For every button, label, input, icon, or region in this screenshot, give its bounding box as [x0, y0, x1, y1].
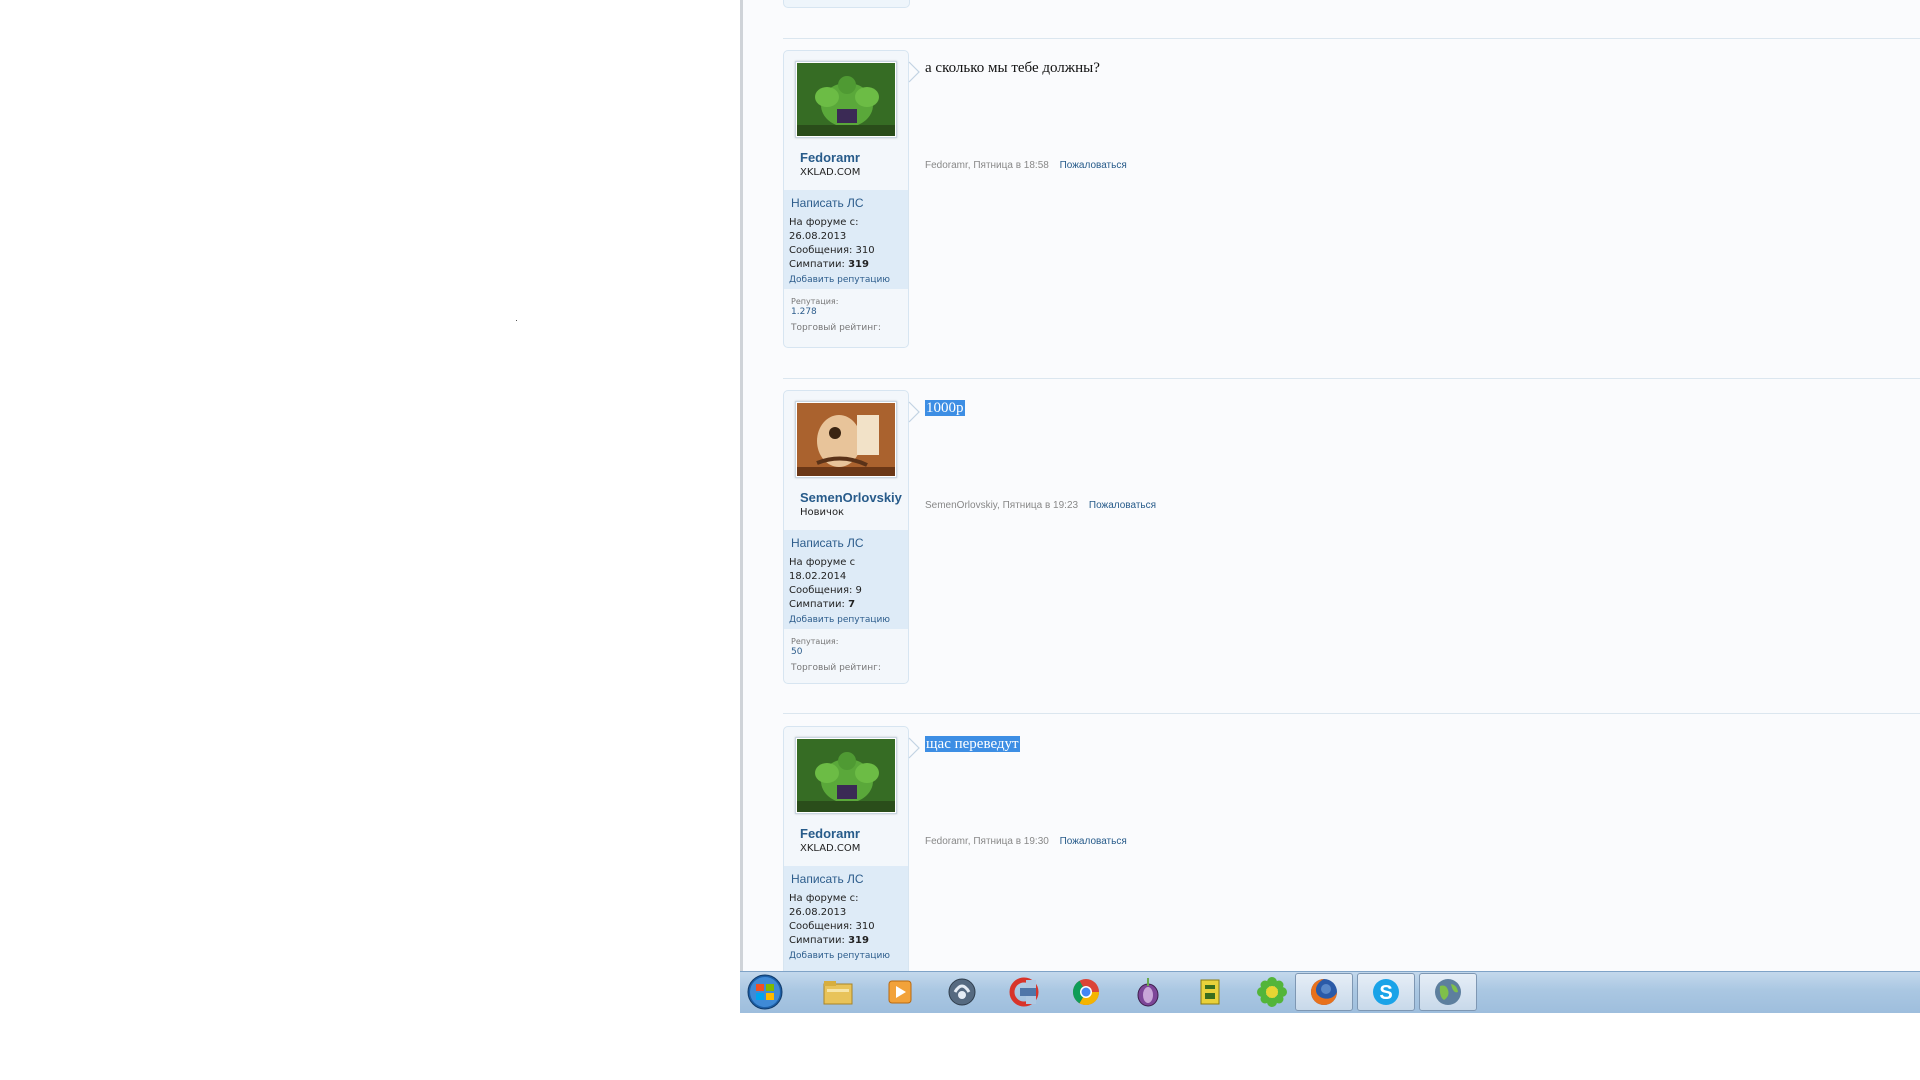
reputation-value[interactable]: 1.278 — [791, 307, 902, 317]
reputation-label: Репутация: — [791, 637, 839, 646]
avatar-hulk[interactable] — [797, 63, 895, 136]
game-launcher-icon[interactable] — [1181, 973, 1239, 1011]
username-link[interactable]: Fedoramr — [800, 826, 908, 841]
chrome-icon[interactable] — [1057, 973, 1115, 1011]
likes-value: 319 — [848, 935, 869, 946]
user-title: Новичок — [800, 507, 845, 518]
report-link[interactable]: Пожаловаться — [1060, 836, 1127, 847]
likes-stat: Симпатии: 319 — [789, 934, 902, 948]
userbox-arrow-icon — [908, 401, 920, 423]
selected-text: 1000р — [925, 400, 965, 416]
avatar-frame[interactable] — [795, 737, 897, 814]
send-pm-link[interactable]: Написать ЛС — [791, 872, 902, 886]
add-reputation-link[interactable]: Добавить репутацию — [789, 275, 902, 285]
likes-label: Симпатии: — [789, 259, 845, 270]
avatar-hulk[interactable] — [797, 739, 895, 812]
taskbar: S — [740, 971, 1920, 1013]
selected-text: щас переведут — [925, 736, 1020, 752]
likes-value: 319 — [848, 259, 869, 270]
trade-rating-label: Торговый рейтинг: — [791, 323, 881, 333]
username-link[interactable]: SemenOrlovskiy — [800, 490, 908, 505]
report-link[interactable]: Пожаловаться — [1089, 500, 1156, 511]
teamspeak-icon[interactable] — [933, 973, 991, 1011]
user-extra-info: Написать ЛС На форуме с: 26.08.2013 Сооб… — [784, 866, 908, 971]
add-reputation-link[interactable]: Добавить репутацию — [789, 951, 902, 961]
user-extra-info: Написать ЛС На форуме с 18.02.2014 Сообщ… — [784, 530, 908, 629]
icq-icon[interactable] — [1243, 973, 1301, 1011]
trade-rating-label: Торговый рейтинг: — [791, 663, 881, 673]
userbox-arrow-icon — [908, 737, 920, 759]
ccleaner-icon[interactable] — [995, 973, 1053, 1011]
send-pm-link[interactable]: Написать ЛС — [791, 536, 902, 550]
post-separator — [783, 713, 1920, 714]
reputation-value[interactable]: 50 — [791, 647, 902, 657]
post-separator — [783, 378, 1920, 379]
reputation-block: Репутация: 1.278 Торговый рейтинг: — [784, 289, 908, 339]
user-title: XKLAD.COM — [800, 167, 861, 178]
avatar-comic[interactable] — [797, 403, 895, 476]
post-author-date[interactable]: Fedoramr, Пятница в 18:58 — [925, 160, 1049, 171]
messages-count: Сообщения: 9 — [789, 585, 862, 596]
user-info-box: Fedoramr XKLAD.COM Написать ЛС На форуме… — [783, 726, 909, 971]
joined-date: 26.08.2013 — [789, 907, 847, 918]
previous-post-userbox-stub — [783, 0, 910, 8]
joined-date: 18.02.2014 — [789, 571, 847, 582]
post-meta: Fedoramr, Пятница в 18:58 Пожаловаться — [925, 160, 1127, 171]
screen: Fedoramr XKLAD.COM Написать ЛС На форуме… — [0, 0, 1920, 1080]
messages-count: Сообщения: 310 — [789, 245, 875, 256]
likes-value: 7 — [848, 599, 856, 610]
skype-icon[interactable]: S — [1357, 973, 1415, 1011]
post-meta: SemenOrlovskiy, Пятница в 19:23 Пожалова… — [925, 500, 1156, 511]
user-extra-info: Написать ЛС На форуме с: 26.08.2013 Сооб… — [784, 190, 908, 289]
user-info-box: SemenOrlovskiy Новичок Написать ЛС На фо… — [783, 390, 909, 684]
avatar-frame[interactable] — [795, 401, 897, 478]
explorer-icon[interactable] — [809, 973, 867, 1011]
start-orb[interactable] — [747, 974, 783, 1010]
username-link[interactable]: Fedoramr — [800, 150, 908, 165]
media-player-icon[interactable] — [871, 973, 929, 1011]
reputation-label: Репутация: — [791, 297, 839, 306]
add-reputation-link[interactable]: Добавить репутацию — [789, 615, 902, 625]
window-edge — [740, 0, 743, 1012]
user-info-box: Fedoramr XKLAD.COM Написать ЛС На форуме… — [783, 50, 909, 348]
tor-icon[interactable] — [1119, 973, 1177, 1011]
forum-thread: Fedoramr XKLAD.COM Написать ЛС На форуме… — [740, 0, 1920, 971]
network-globe-icon[interactable] — [1419, 973, 1477, 1011]
post-author-date[interactable]: SemenOrlovskiy, Пятница в 19:23 — [925, 500, 1078, 511]
user-title: XKLAD.COM — [800, 843, 861, 854]
post-message: а сколько мы тебе должны? — [925, 60, 1100, 76]
joined-date: 26.08.2013 — [789, 231, 847, 242]
reputation-block: Репутация: 50 Торговый рейтинг: — [784, 629, 908, 679]
post-message: 1000р — [925, 400, 965, 417]
report-link[interactable]: Пожаловаться — [1060, 160, 1127, 171]
likes-label: Симпатии: — [789, 935, 845, 946]
firefox-icon[interactable] — [1295, 973, 1353, 1011]
stray-dot — [516, 320, 517, 321]
post-meta: Fedoramr, Пятница в 19:30 Пожаловаться — [925, 836, 1127, 847]
likes-stat: Симпатии: 319 — [789, 258, 902, 272]
svg-text:S: S — [1379, 982, 1392, 1004]
post-message: щас переведут — [925, 736, 1020, 753]
messages-count: Сообщения: 310 — [789, 921, 875, 932]
send-pm-link[interactable]: Написать ЛС — [791, 196, 902, 210]
post-separator — [783, 38, 1920, 39]
joined-label: На форуме с: — [789, 893, 859, 904]
likes-label: Симпатии: — [789, 599, 845, 610]
joined-label: На форуме с — [789, 557, 856, 568]
post-author-date[interactable]: Fedoramr, Пятница в 19:30 — [925, 836, 1049, 847]
avatar-frame[interactable] — [795, 61, 897, 138]
userbox-arrow-icon — [908, 61, 920, 83]
joined-label: На форуме с: — [789, 217, 859, 228]
likes-stat: Симпатии: 7 — [789, 598, 902, 612]
